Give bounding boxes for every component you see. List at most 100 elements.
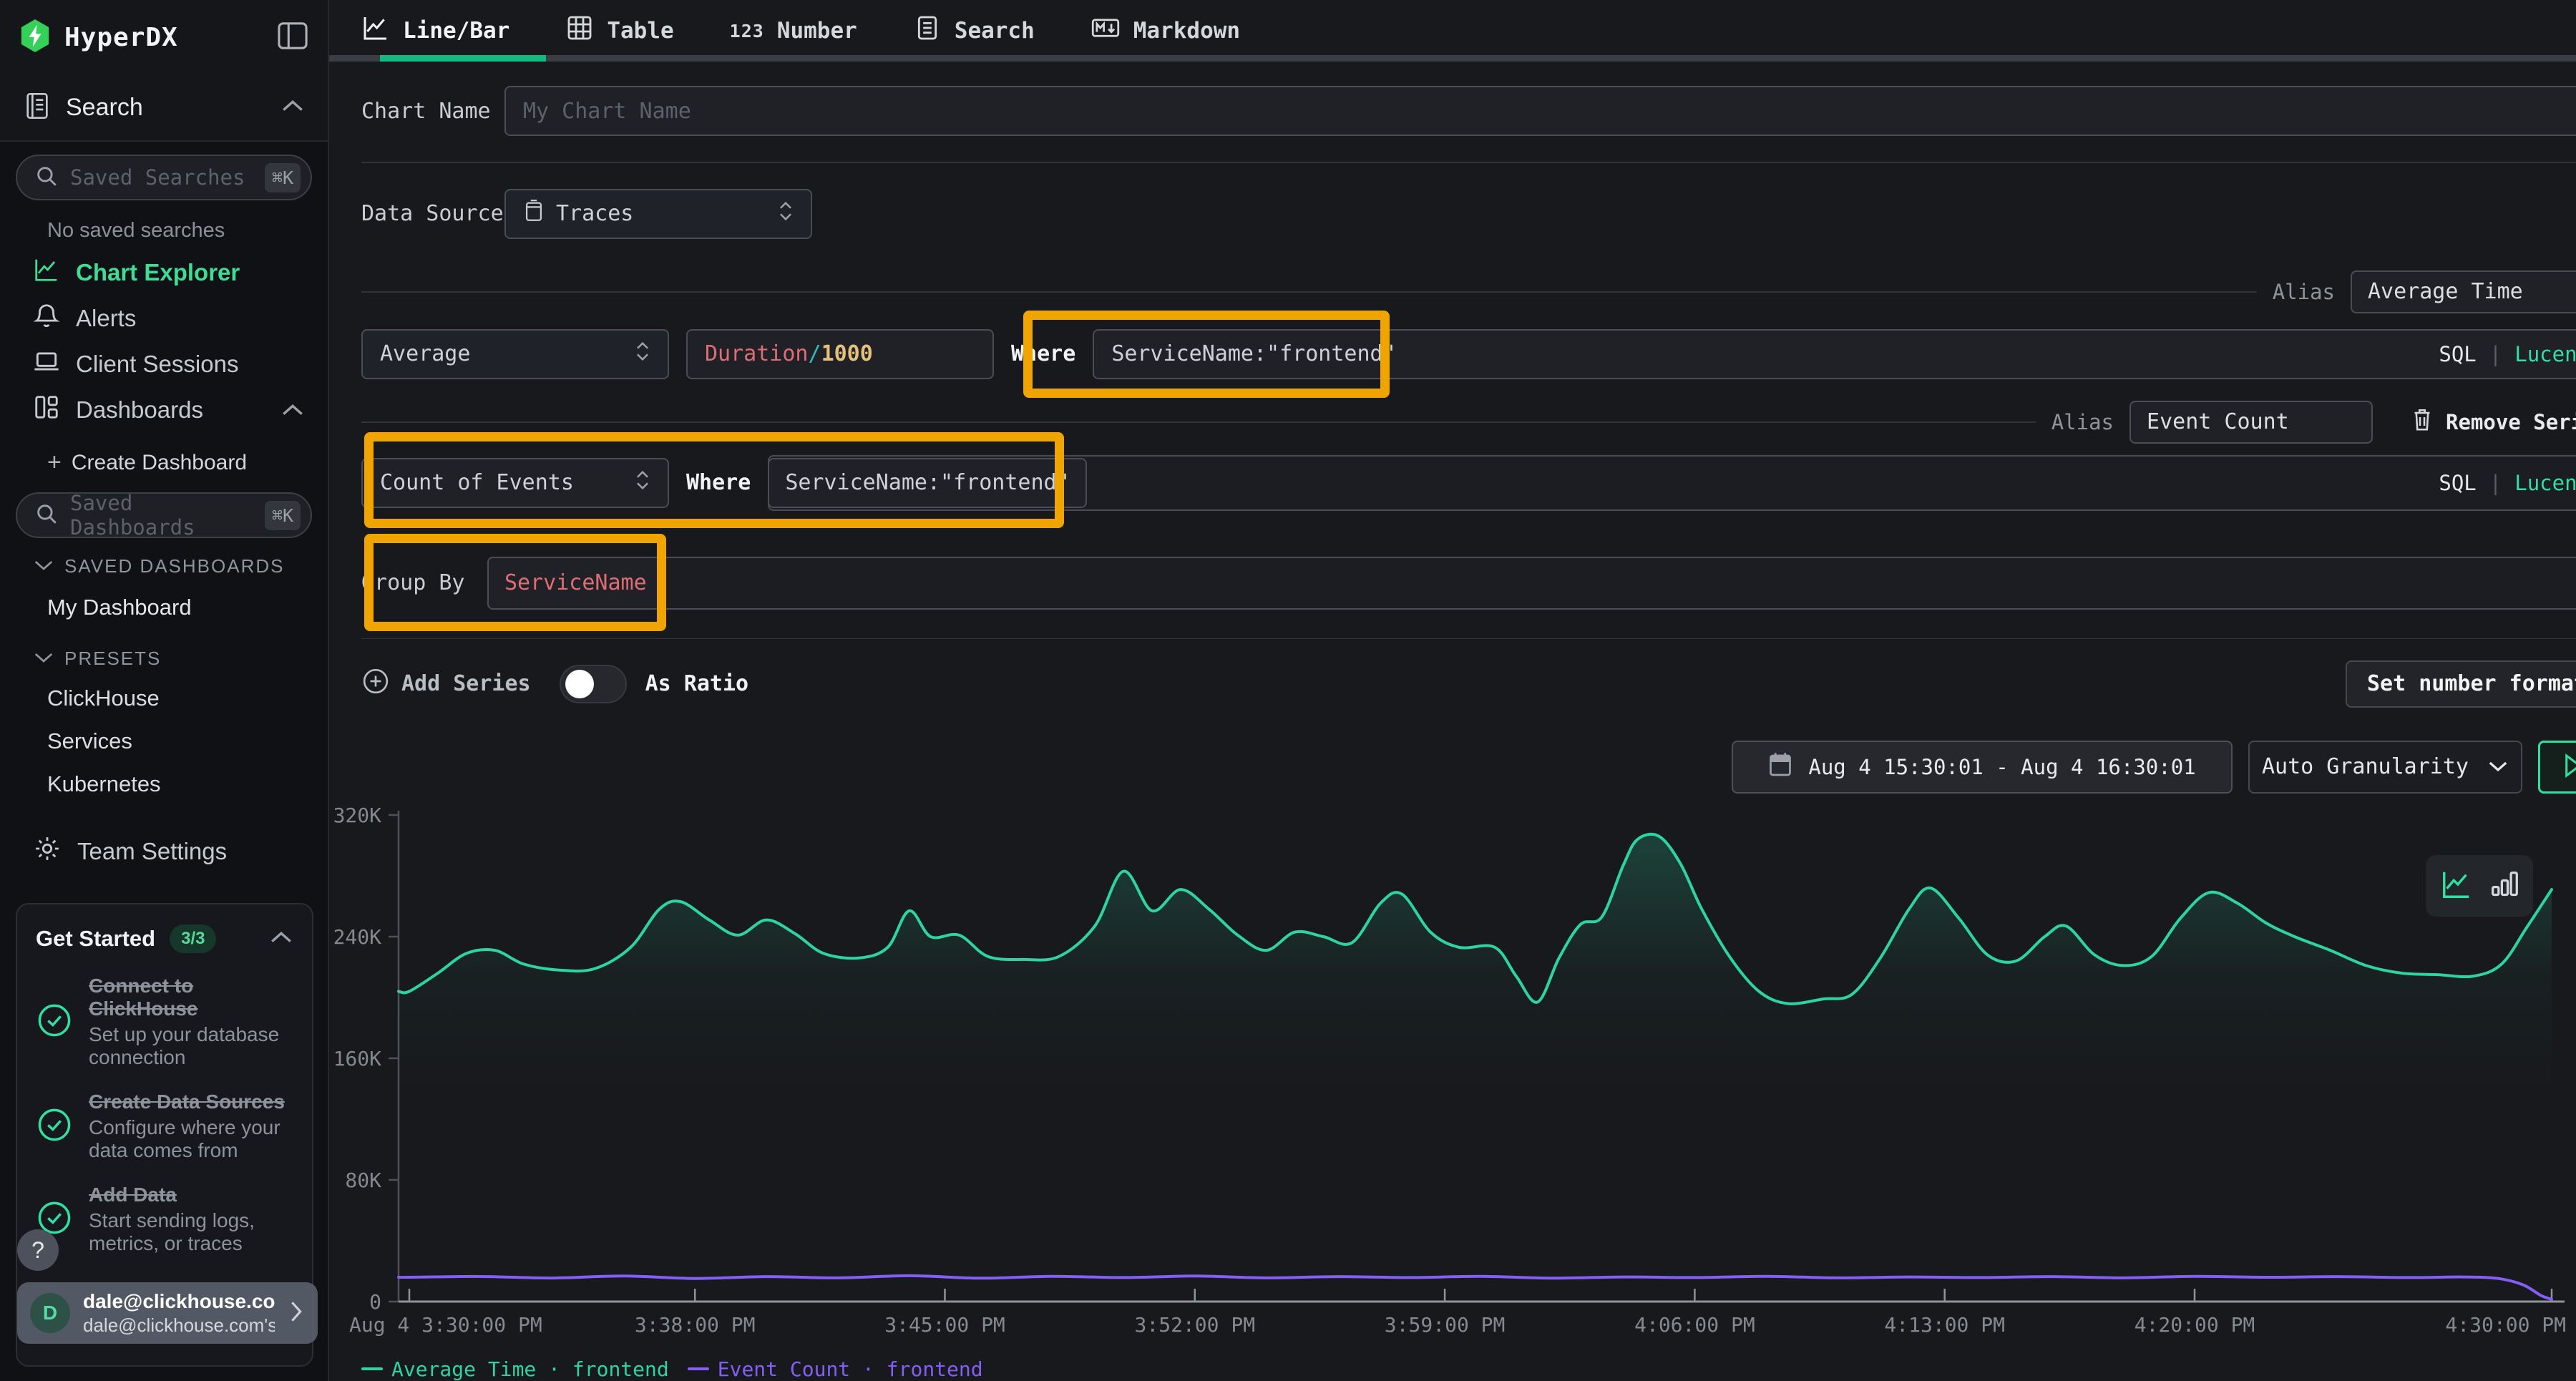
series-1-aggregation-select[interactable]: Average <box>361 329 669 379</box>
x-tick-label: 4:30:00 PM <box>2445 1313 2566 1337</box>
check-circle-icon <box>36 1002 73 1043</box>
presets-section-header[interactable]: PRESETS <box>16 630 312 677</box>
tab-table[interactable]: Table <box>565 14 673 48</box>
legend-swatch <box>361 1367 383 1370</box>
sidebar-search-label: Search <box>66 94 143 122</box>
user-menu[interactable]: D dale@clickhouse.com dale@clickhouse.co… <box>17 1282 318 1344</box>
series-2-aggregation-select[interactable]: Count of Events <box>361 458 669 508</box>
timeseries-chart[interactable]: 080K160K240K320KAug 4 3:30:00 PM3:38:00 … <box>329 801 2576 1353</box>
legend-item-event-count[interactable]: Event Count · frontend <box>688 1357 983 1381</box>
series-area-0 <box>399 834 2552 1302</box>
sidebar-item-client-sessions[interactable]: Client Sessions <box>16 341 312 387</box>
create-dashboard-button[interactable]: + Create Dashboard <box>16 433 312 492</box>
get-started-step-connect[interactable]: Connect to ClickHouse Set up your databa… <box>36 975 293 1069</box>
journal-icon <box>23 92 52 123</box>
help-button[interactable]: ? <box>17 1229 59 1271</box>
lucene-mode-button[interactable]: Lucene <box>2514 342 2576 366</box>
get-started-step-adddata[interactable]: Add Data Start sending logs, metrics, or… <box>36 1184 293 1255</box>
y-tick-label: 0 <box>369 1290 381 1314</box>
preset-link-clickhouse[interactable]: ClickHouse <box>16 677 312 720</box>
chevron-down-icon <box>33 648 54 670</box>
team-settings-button[interactable]: Team Settings <box>16 806 312 869</box>
x-tick-label: 3:52:00 PM <box>1135 1313 1256 1337</box>
bell-icon <box>33 302 60 335</box>
sidebar-search-header[interactable]: Search <box>19 74 309 140</box>
check-circle-icon <box>36 1106 73 1147</box>
data-source-select[interactable]: Traces <box>504 189 812 239</box>
series-1-where-input[interactable]: ServiceName:"frontend" SQL | Lucene <box>1093 329 2576 379</box>
group-by-input[interactable]: ServiceName <box>487 557 664 610</box>
sql-mode-button[interactable]: SQL <box>2439 342 2476 366</box>
step-title: Connect to ClickHouse <box>89 975 303 1020</box>
divider <box>361 421 2036 423</box>
chart-name-input[interactable]: My Chart Name <box>504 86 2576 136</box>
sidebar-item-label: Alerts <box>76 305 136 332</box>
granularity-select[interactable]: Auto Granularity <box>2248 741 2522 794</box>
preset-link-kubernetes[interactable]: Kubernetes <box>16 763 312 806</box>
saved-searches-input[interactable]: Saved Searches ⌘K <box>16 155 312 200</box>
search-icon <box>34 164 59 191</box>
sidebar-collapse-icon[interactable] <box>276 21 309 54</box>
x-tick-label: 4:06:00 PM <box>1634 1313 1755 1337</box>
series-1-field-input[interactable]: Duration/1000 <box>686 329 994 379</box>
saved-searches-placeholder: Saved Searches <box>70 165 253 190</box>
series-2-where-row: ServiceName:"frontend" SQL | Lucene <box>768 455 2576 511</box>
group-by-label: Group By <box>361 570 469 595</box>
chevron-up-icon[interactable] <box>280 396 305 424</box>
tab-search[interactable]: Search <box>913 14 1035 48</box>
time-range-input[interactable]: Aug 4 15:30:01 - Aug 4 16:30:01 <box>1732 741 2233 794</box>
trash-icon <box>2410 406 2434 437</box>
group-by-row: ServiceName <box>487 557 2576 610</box>
series-2-where-input[interactable]: ServiceName:"frontend" <box>768 458 1086 508</box>
dashboard-link-my-dashboard[interactable]: My Dashboard <box>16 585 312 630</box>
where-label: Where <box>686 470 751 495</box>
table-icon <box>565 14 594 48</box>
add-series-button[interactable]: Add Series <box>361 667 531 701</box>
x-tick-label: 3:59:00 PM <box>1385 1313 1506 1337</box>
legend-item-average-time[interactable]: Average Time · frontend <box>361 1357 669 1381</box>
chevron-right-icon <box>288 1299 305 1327</box>
run-query-button[interactable] <box>2538 741 2576 794</box>
no-saved-searches-text: No saved searches <box>16 200 312 250</box>
user-email: dale@clickhouse.com <box>83 1290 275 1313</box>
sidebar-item-alerts[interactable]: Alerts <box>16 296 312 341</box>
series-2-alias-input[interactable]: Event Count <box>2129 401 2373 444</box>
database-icon <box>523 199 545 229</box>
step-title: Create Data Sources <box>89 1090 303 1113</box>
get-started-step-datasources[interactable]: Create Data Sources Configure where your… <box>36 1090 293 1162</box>
chart-name-label: Chart Name <box>361 99 504 124</box>
sidebar-item-chart-explorer[interactable]: Chart Explorer <box>16 250 312 296</box>
chevron-down-icon <box>2487 754 2509 779</box>
tab-rail <box>329 55 2576 62</box>
set-number-format-button[interactable]: Set number format <box>2346 660 2576 708</box>
as-ratio-toggle[interactable] <box>560 665 627 703</box>
select-chevrons-icon <box>778 199 794 229</box>
chevron-up-icon[interactable] <box>269 929 293 949</box>
chevron-up-icon[interactable] <box>280 98 305 117</box>
alias-label: Alias <box>2273 280 2335 304</box>
sql-mode-button[interactable]: SQL <box>2439 471 2476 495</box>
line-chart-icon <box>2440 868 2473 904</box>
series-1-alias-input[interactable]: Average Time <box>2351 270 2576 313</box>
sidebar-item-dashboards[interactable]: Dashboards <box>16 387 312 433</box>
step-desc: Configure where your data comes from <box>89 1116 311 1162</box>
tab-markdown[interactable]: Markdown <box>1091 14 1240 48</box>
gear-icon <box>33 834 62 869</box>
select-chevrons-icon <box>635 468 650 498</box>
saved-dashboards-section-header[interactable]: SAVED DASHBOARDS <box>16 538 312 585</box>
search-icon <box>34 502 59 529</box>
tab-rail-active <box>380 55 546 62</box>
chart-style-toggle[interactable] <box>2426 855 2533 917</box>
tab-number[interactable]: 123 Number <box>730 18 857 44</box>
sidebar-item-label: Chart Explorer <box>76 259 240 286</box>
as-ratio-label: As Ratio <box>645 671 749 696</box>
user-org: dale@clickhouse.com's <box>83 1314 275 1337</box>
preset-link-services[interactable]: Services <box>16 720 312 763</box>
alias-label: Alias <box>2051 410 2114 434</box>
plus-icon: + <box>47 449 62 477</box>
laptop-icon <box>33 348 60 381</box>
remove-series-button[interactable]: Remove Series <box>2410 406 2576 437</box>
lucene-mode-button[interactable]: Lucene <box>2514 471 2576 495</box>
tab-line-bar[interactable]: Line/Bar <box>361 14 509 48</box>
saved-dashboards-input[interactable]: Saved Dashboards ⌘K <box>16 492 312 538</box>
